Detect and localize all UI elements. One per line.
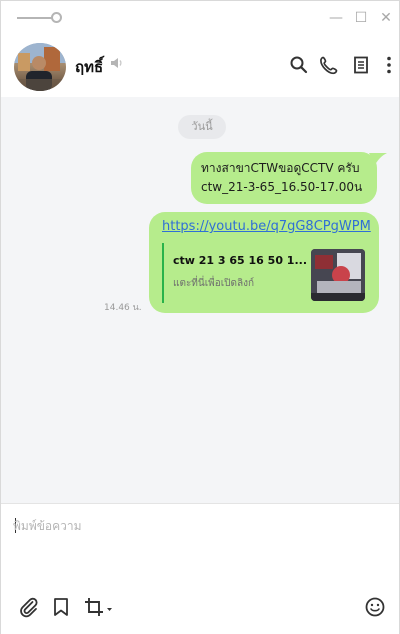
chat-window: — ☐ ✕ ฤทธิ์ วันนี้ ทางสาขาCTWขอดูCCTV คร… — [0, 0, 400, 634]
link-message-bubble[interactable]: https://youtu.be/q7gG8CPgWPM ctw 21 3 65… — [149, 212, 379, 313]
message-text-line: ทางสาขาCTWขอดูCCTV ครับ — [201, 161, 360, 175]
chat-header: ฤทธิ์ — [1, 35, 399, 97]
video-thumbnail-image — [311, 249, 365, 301]
paperclip-icon[interactable] — [18, 596, 40, 618]
avatar[interactable] — [14, 43, 66, 91]
maximize-button[interactable]: ☐ — [352, 9, 370, 27]
avatar-photo — [14, 43, 66, 91]
pin-slider-handle[interactable] — [51, 12, 62, 23]
call-icon[interactable] — [319, 55, 339, 75]
emoji-icon[interactable] — [364, 596, 386, 618]
pin-slider-track[interactable] — [17, 17, 55, 19]
preview-subtitle: แตะที่นี่เพื่อเปิดลิงก์ — [173, 278, 255, 289]
search-icon[interactable] — [289, 55, 309, 75]
contact-name[interactable]: ฤทธิ์ — [75, 55, 103, 79]
title-bar: — ☐ ✕ — [1, 1, 399, 35]
message-text-line: ctw_21-3-65_16.50-17.00น — [201, 180, 363, 194]
message-input[interactable] — [13, 514, 383, 538]
message-timestamp: 14.46 น. — [104, 303, 142, 313]
more-icon[interactable] — [379, 55, 399, 75]
crop-icon[interactable] — [83, 596, 115, 618]
message-list[interactable]: วันนี้ ทางสาขาCTWขอดูCCTV ครับ ctw_21-3-… — [1, 97, 399, 503]
compose-area — [1, 504, 399, 634]
close-button[interactable]: ✕ — [377, 9, 395, 27]
minimize-button[interactable]: — — [327, 9, 345, 27]
link-preview-card[interactable]: ctw 21 3 65 16 50 1... แตะที่นี่เพื่อเปิ… — [162, 243, 367, 303]
preview-thumbnail[interactable] — [311, 249, 365, 301]
bubble-tail — [369, 153, 387, 165]
preview-title: ctw 21 3 65 16 50 1... — [173, 254, 307, 267]
notes-icon[interactable] — [351, 55, 371, 75]
bookmark-icon[interactable] — [50, 596, 72, 618]
mute-icon — [111, 58, 122, 68]
message-bubble[interactable]: ทางสาขาCTWขอดูCCTV ครับ ctw_21-3-65_16.5… — [191, 152, 377, 204]
message-link[interactable]: https://youtu.be/q7gG8CPgWPM — [162, 219, 371, 234]
date-separator: วันนี้ — [178, 115, 226, 139]
